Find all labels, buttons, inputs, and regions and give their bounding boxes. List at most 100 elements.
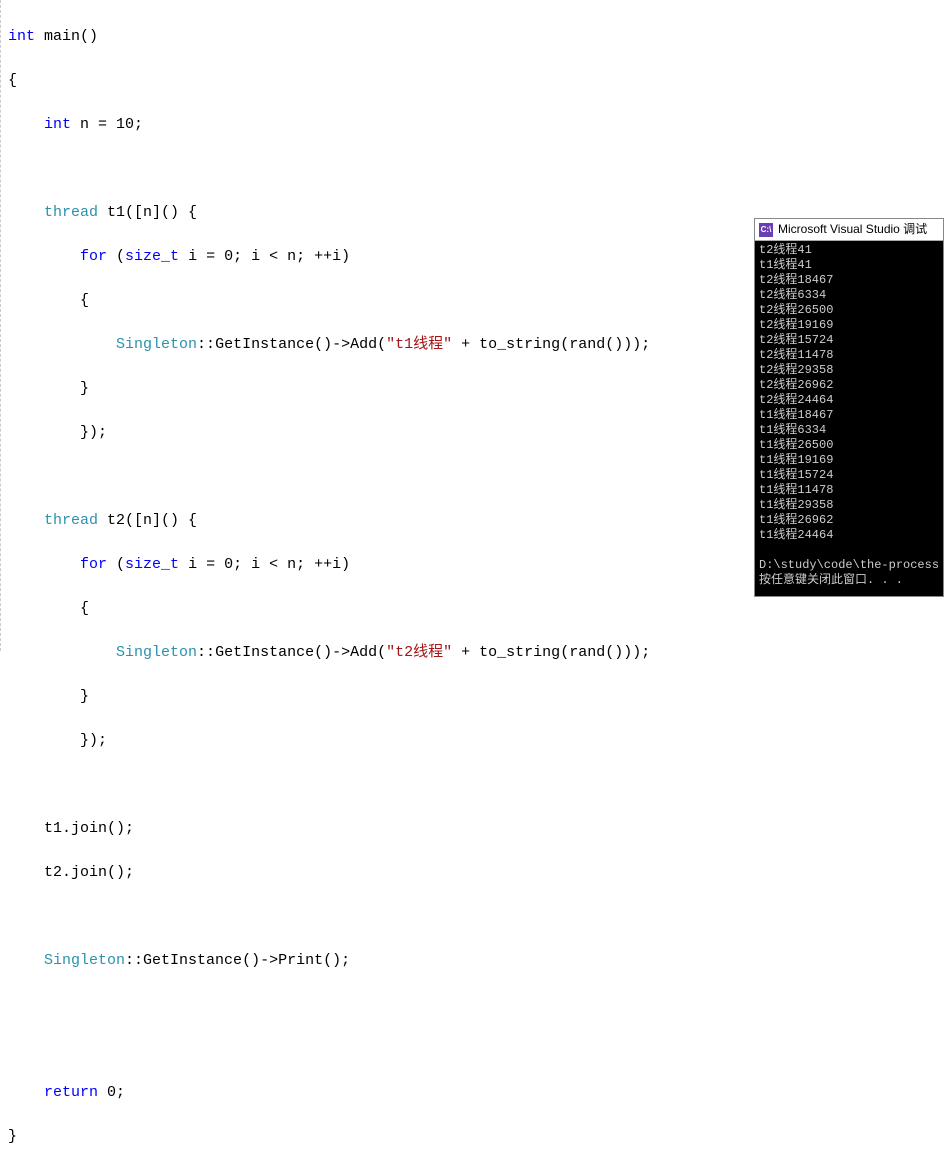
type-thread: thread (44, 512, 98, 529)
blank-line (8, 158, 936, 180)
string-literal: "t2线程" (386, 644, 452, 661)
code-line: t1.join(); (8, 818, 936, 840)
keyword-for: for (80, 248, 107, 265)
console-titlebar[interactable]: C:\ Microsoft Visual Studio 调试 (755, 219, 943, 241)
paren: ( (560, 336, 569, 353)
console-output-line: t1线程26500 (759, 438, 939, 453)
console-output-line: t1线程41 (759, 258, 939, 273)
scope-op: :: (197, 336, 215, 353)
console-output-line: t1线程11478 (759, 483, 939, 498)
code-text: ( (107, 556, 125, 573)
code-line: } (8, 686, 936, 708)
code-text: i = 0; i < n; ++i) (179, 556, 350, 573)
code-line: int n = 10; (8, 114, 936, 136)
editor-gutter (0, 0, 2, 651)
console-output-line: t1线程26962 (759, 513, 939, 528)
indent (8, 952, 44, 969)
keyword-for: for (80, 556, 107, 573)
string-literal: "t1线程" (386, 336, 452, 353)
scope-op: :: (125, 952, 143, 969)
code-line: } (8, 1126, 936, 1148)
debug-console-window[interactable]: C:\ Microsoft Visual Studio 调试 t2线程41 t1… (754, 218, 944, 597)
fn-add: Add (350, 336, 377, 353)
console-output-line: t2线程11478 (759, 348, 939, 363)
indent (8, 644, 116, 661)
keyword-int: int (44, 116, 71, 133)
code-line: { (8, 598, 936, 620)
code-text: n = 10; (71, 116, 143, 133)
console-output-line: t1线程29358 (759, 498, 939, 513)
console-prompt-line: 按任意键关闭此窗口. . . (759, 573, 939, 588)
console-output-line: t1线程15724 (759, 468, 939, 483)
code-text: ()-> (242, 952, 278, 969)
paren: ( (377, 336, 386, 353)
code-text: ()-> (314, 336, 350, 353)
fn-tostring: to_string (479, 336, 560, 353)
console-output-line: t2线程26500 (759, 303, 939, 318)
fn-main: main (35, 28, 80, 45)
blank-line (8, 774, 936, 796)
code-line: { (8, 70, 936, 92)
console-icon: C:\ (759, 223, 773, 237)
op-plus: + (452, 336, 479, 353)
type-sizet: size_t (125, 556, 179, 573)
console-output-line: t2线程26962 (759, 378, 939, 393)
console-output-line: t2线程29358 (759, 363, 939, 378)
code-text: ( (107, 248, 125, 265)
console-output-line: t2线程18467 (759, 273, 939, 288)
console-output-line: t1线程18467 (759, 408, 939, 423)
scope-op: :: (197, 644, 215, 661)
code-text: ([n]() { (125, 512, 197, 529)
console-title: Microsoft Visual Studio 调试 (778, 222, 927, 237)
console-output-line: t1线程6334 (759, 423, 939, 438)
console-output-line: t2线程15724 (759, 333, 939, 348)
indent (8, 336, 116, 353)
fn-tostring: to_string (479, 644, 560, 661)
var-t2: t2 (98, 512, 125, 529)
blank-line (8, 994, 936, 1016)
fn-getinstance: GetInstance (143, 952, 242, 969)
console-blank-line (759, 543, 939, 558)
blank-line (8, 1038, 936, 1060)
op-plus: + (452, 644, 479, 661)
var-t1: t1 (98, 204, 125, 221)
console-output-line: t2线程19169 (759, 318, 939, 333)
fn-rand: rand (569, 644, 605, 661)
code-text: ([n]() { (125, 204, 197, 221)
fn-getinstance: GetInstance (215, 336, 314, 353)
code-line: return 0; (8, 1082, 936, 1104)
console-output-line: t1线程19169 (759, 453, 939, 468)
console-path-line: D:\study\code\the-process (759, 558, 939, 573)
parens: () (80, 28, 98, 45)
keyword-int: int (8, 28, 35, 45)
blank-line (8, 906, 936, 928)
console-body[interactable]: t2线程41 t1线程41 t2线程18467 t2线程6334 t2线程265… (755, 241, 943, 596)
console-output-line: t2线程6334 (759, 288, 939, 303)
paren: ( (377, 644, 386, 661)
fn-getinstance: GetInstance (215, 644, 314, 661)
class-singleton: Singleton (116, 336, 197, 353)
console-output-line: t2线程24464 (759, 393, 939, 408)
console-output-line: t1线程24464 (759, 528, 939, 543)
code-text: (); (323, 952, 350, 969)
code-text: ())); (605, 336, 650, 353)
code-line: t2.join(); (8, 862, 936, 884)
fn-add: Add (350, 644, 377, 661)
type-sizet: size_t (125, 248, 179, 265)
code-text: 0; (98, 1084, 125, 1101)
class-singleton: Singleton (116, 644, 197, 661)
class-singleton: Singleton (44, 952, 125, 969)
code-text: ())); (605, 644, 650, 661)
fn-rand: rand (569, 336, 605, 353)
keyword-return: return (44, 1084, 98, 1101)
code-line: Singleton::GetInstance()->Add("t2线程" + t… (8, 642, 936, 664)
code-text: ()-> (314, 644, 350, 661)
paren: ( (560, 644, 569, 661)
fn-print: Print (278, 952, 323, 969)
code-line: }); (8, 730, 936, 752)
type-thread: thread (44, 204, 98, 221)
code-line: int main() (8, 26, 936, 48)
console-output-line: t2线程41 (759, 243, 939, 258)
code-text: i = 0; i < n; ++i) (179, 248, 350, 265)
code-line: Singleton::GetInstance()->Print(); (8, 950, 936, 972)
